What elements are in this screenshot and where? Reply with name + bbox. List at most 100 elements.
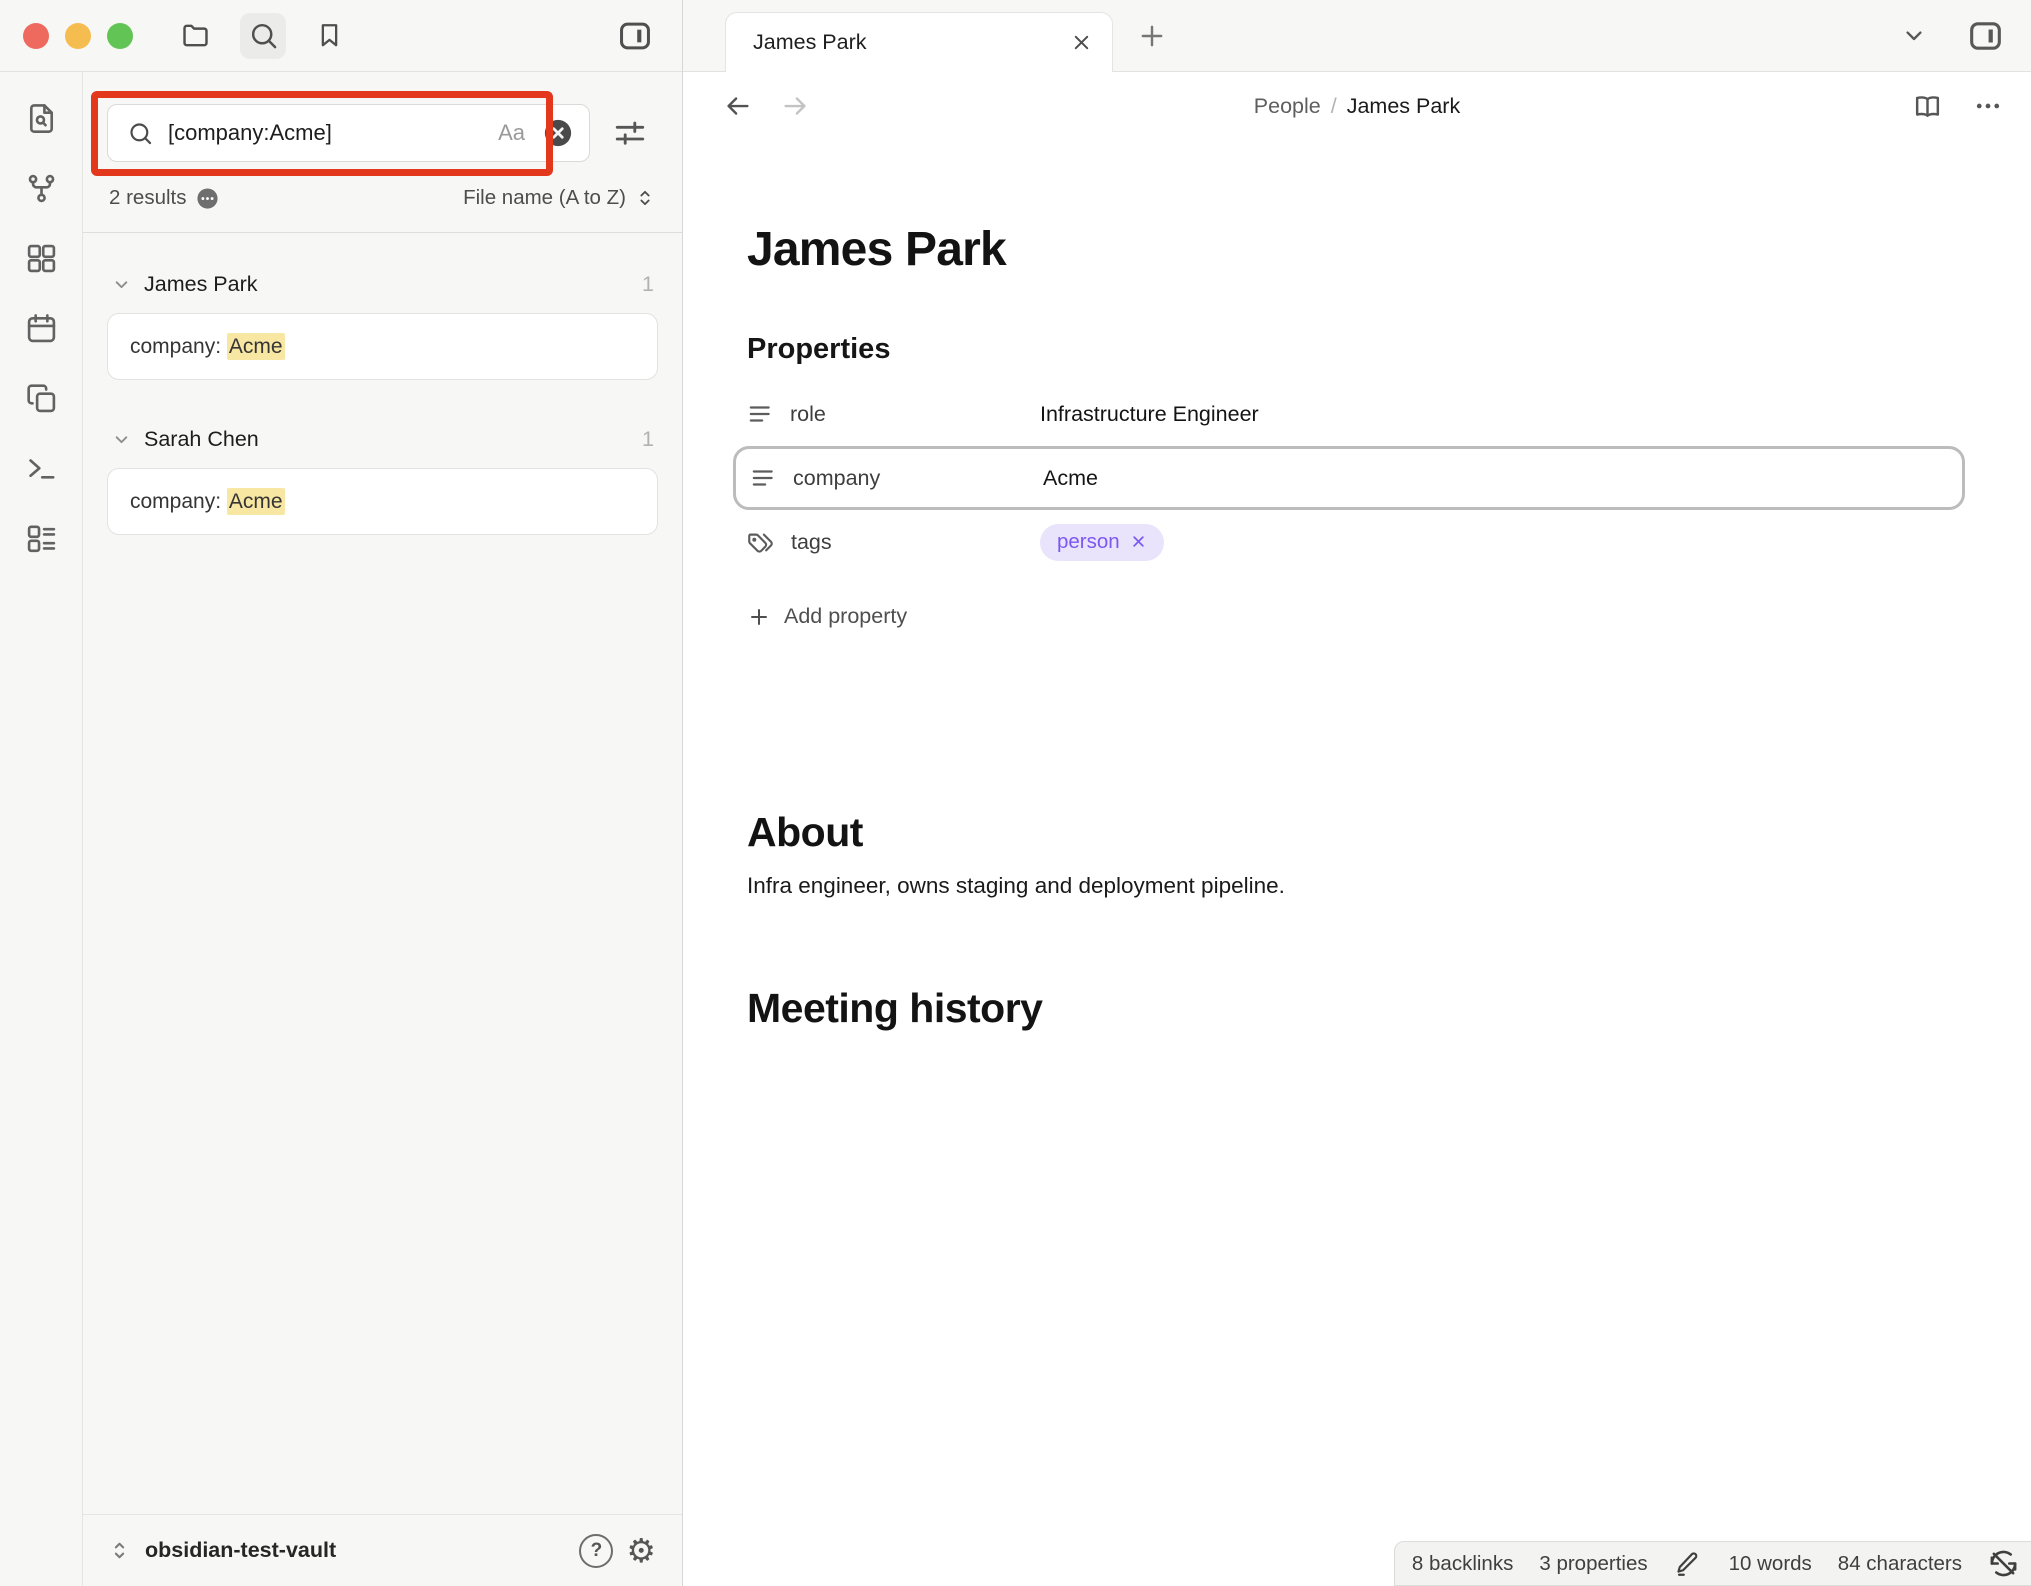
result-group: James Park 1 company: Acme xyxy=(107,267,658,380)
property-row-company[interactable]: company Acme xyxy=(733,446,1965,510)
chevrons-up-down-icon xyxy=(634,187,656,209)
search-icon[interactable] xyxy=(240,13,286,59)
add-property-label: Add property xyxy=(784,604,907,629)
search-panel: [company:Acme] Aa 2 results xyxy=(83,72,682,1586)
vault-name: obsidian-test-vault xyxy=(145,1538,336,1563)
dashboard-icon[interactable] xyxy=(21,238,61,278)
titlebar xyxy=(0,0,682,72)
ribbon xyxy=(0,72,83,1586)
properties-heading: Properties xyxy=(747,333,1971,366)
tags-property-icon[interactable] xyxy=(747,529,774,556)
tab-list-chevron-icon[interactable] xyxy=(1900,22,1928,50)
more-options-icon[interactable] xyxy=(1973,91,2003,121)
magnifier-icon xyxy=(127,120,154,147)
result-group-header[interactable]: Sarah Chen 1 xyxy=(107,422,658,456)
settings-gear-icon[interactable]: ⚙ xyxy=(626,1534,656,1567)
word-count[interactable]: 10 words xyxy=(1729,1552,1812,1576)
main-pane: James Park People/James Park Ja xyxy=(683,0,2031,1586)
search-query-text: [company:Acme] xyxy=(168,120,498,146)
property-value[interactable]: Infrastructure Engineer xyxy=(1040,402,1259,427)
help-glyph: ? xyxy=(591,1540,603,1562)
tab-bar: James Park xyxy=(683,0,2031,72)
property-key[interactable]: tags xyxy=(791,530,832,555)
add-property-button[interactable]: Add property xyxy=(747,604,1971,629)
match-highlight: Acme xyxy=(227,333,285,360)
tag-pill-person[interactable]: person xyxy=(1040,524,1164,561)
chevron-down-icon xyxy=(111,274,132,295)
properties-table: role Infrastructure Engineer company Acm… xyxy=(747,382,1971,574)
calendar-icon[interactable] xyxy=(21,308,61,348)
match-highlight: Acme xyxy=(227,488,285,515)
property-row-role[interactable]: role Infrastructure Engineer xyxy=(747,382,1971,446)
edit-mode-pencil-icon[interactable] xyxy=(1674,1549,1703,1578)
reading-view-book-icon[interactable] xyxy=(1912,91,1943,122)
text-property-icon[interactable] xyxy=(747,401,773,427)
result-file-name: Sarah Chen xyxy=(144,427,259,452)
match-text: company: xyxy=(130,335,227,358)
new-tab-icon[interactable] xyxy=(1135,19,1169,53)
search-match-item[interactable]: company: Acme xyxy=(107,468,658,535)
toggle-right-sidebar-icon[interactable] xyxy=(1966,16,2005,55)
results-header: 2 results File name (A to Z) xyxy=(109,186,656,210)
chevron-down-icon xyxy=(111,429,132,450)
left-sidebar: [company:Acme] Aa 2 results xyxy=(0,0,683,1586)
property-key[interactable]: role xyxy=(790,402,826,427)
tab-title: James Park xyxy=(753,30,1069,55)
result-group-header[interactable]: James Park 1 xyxy=(107,267,658,301)
text-property-icon[interactable] xyxy=(750,465,776,491)
close-window-button[interactable] xyxy=(23,23,49,49)
bookmark-icon[interactable] xyxy=(315,21,344,50)
folder-icon[interactable] xyxy=(180,20,211,51)
result-group: Sarah Chen 1 company: Acme xyxy=(107,422,658,535)
toggle-left-sidebar-icon[interactable] xyxy=(616,17,654,55)
breadcrumb-separator: / xyxy=(1331,94,1337,118)
properties-count[interactable]: 3 properties xyxy=(1539,1552,1647,1576)
breadcrumb-current[interactable]: James Park xyxy=(1347,94,1461,118)
chevrons-up-down-icon xyxy=(107,1538,132,1563)
about-paragraph[interactable]: Infra engineer, owns staging and deploym… xyxy=(747,873,1971,899)
remove-tag-icon[interactable] xyxy=(1129,532,1148,551)
match-case-toggle[interactable]: Aa xyxy=(498,120,525,146)
close-tab-icon[interactable] xyxy=(1069,30,1094,55)
results-count: 2 results xyxy=(109,186,186,210)
breadcrumb: People / James Park xyxy=(1254,94,1460,119)
results-info-icon[interactable] xyxy=(196,187,219,210)
search-input[interactable]: [company:Acme] Aa xyxy=(107,104,590,162)
breadcrumb-parent[interactable]: People xyxy=(1254,94,1321,118)
minimize-window-button[interactable] xyxy=(65,23,91,49)
navigate-back-icon[interactable] xyxy=(723,91,753,121)
graph-view-icon[interactable] xyxy=(21,168,61,208)
result-match-count: 1 xyxy=(642,427,654,452)
tab-james-park[interactable]: James Park xyxy=(725,12,1113,72)
search-settings-icon[interactable] xyxy=(612,115,648,151)
result-match-count: 1 xyxy=(642,272,654,297)
search-match-item[interactable]: company: Acme xyxy=(107,313,658,380)
vault-switcher[interactable]: obsidian-test-vault ? ⚙ xyxy=(83,1514,682,1586)
meeting-history-heading[interactable]: Meeting history xyxy=(747,985,1971,1032)
templates-icon[interactable] xyxy=(21,378,61,418)
property-row-tags[interactable]: tags person xyxy=(747,510,1971,574)
file-search-icon[interactable] xyxy=(21,98,61,138)
layout-list-icon[interactable] xyxy=(21,518,61,558)
terminal-icon[interactable] xyxy=(21,448,61,488)
tag-label: person xyxy=(1057,530,1120,554)
character-count[interactable]: 84 characters xyxy=(1838,1552,1962,1576)
plus-icon xyxy=(747,605,771,629)
backlinks-count[interactable]: 8 backlinks xyxy=(1412,1552,1513,1576)
search-row: [company:Acme] Aa xyxy=(107,104,658,162)
sort-order-label: File name (A to Z) xyxy=(463,186,626,210)
zoom-window-button[interactable] xyxy=(107,23,133,49)
sort-order-button[interactable]: File name (A to Z) xyxy=(463,186,656,210)
property-key[interactable]: company xyxy=(793,466,880,491)
clear-search-icon[interactable] xyxy=(543,118,573,148)
note-title[interactable]: James Park xyxy=(747,222,1971,277)
property-value[interactable]: Acme xyxy=(1043,466,1098,491)
navigate-forward-icon[interactable] xyxy=(780,91,810,121)
obsidian-window: [company:Acme] Aa 2 results xyxy=(0,0,2031,1586)
help-icon[interactable]: ? xyxy=(579,1534,613,1568)
note-editor[interactable]: James Park Properties role Infrastructur… xyxy=(683,140,2031,1586)
left-body: [company:Acme] Aa 2 results xyxy=(0,72,682,1586)
about-heading[interactable]: About xyxy=(747,809,1971,856)
note-header: People / James Park xyxy=(683,72,2031,140)
sync-disabled-icon[interactable] xyxy=(1988,1548,2019,1579)
